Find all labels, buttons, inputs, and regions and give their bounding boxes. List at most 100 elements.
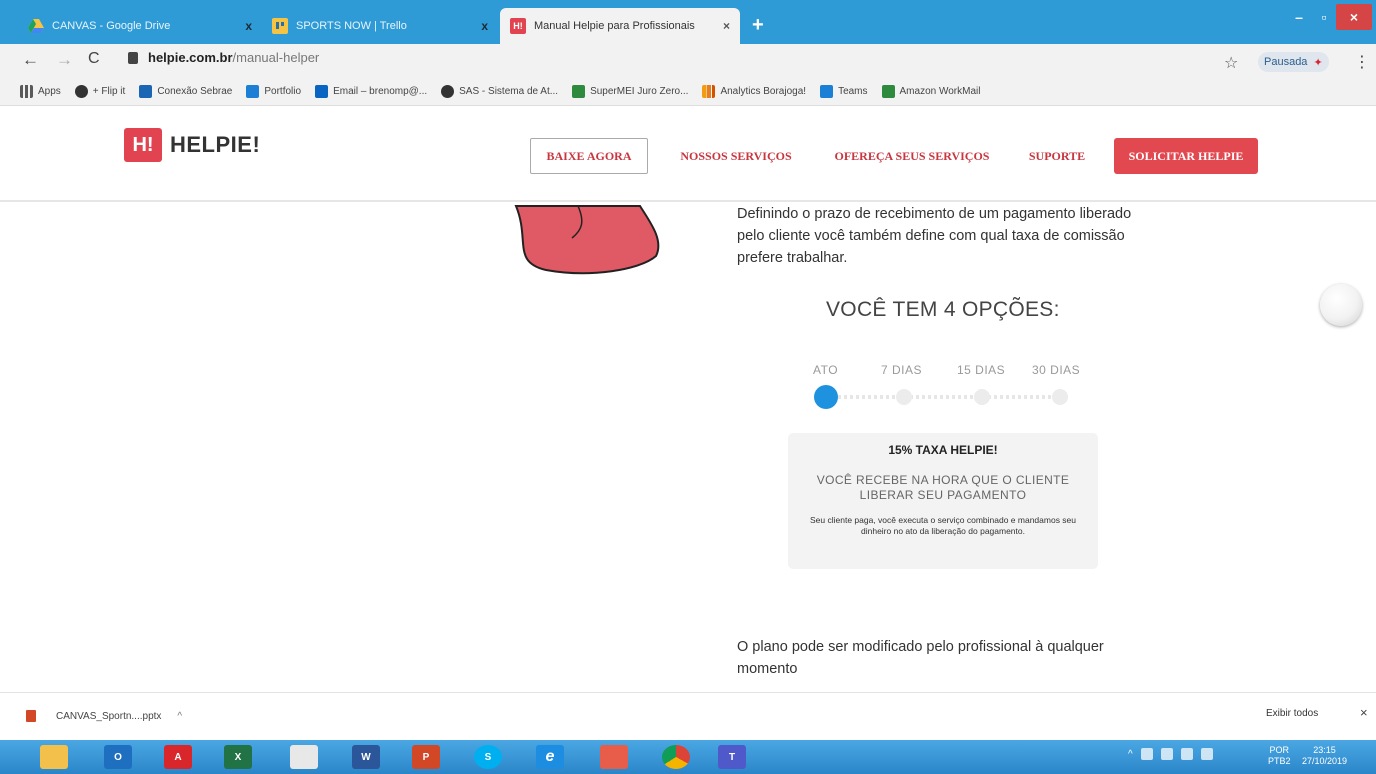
- step-15-dias[interactable]: 15 DIAS: [957, 363, 1005, 377]
- windows-taskbar: O A X W P S e T ^ POR PTB2 23:15 27/10/2…: [0, 740, 1376, 774]
- trello-icon: [272, 18, 288, 34]
- bookmark-label: + Flip it: [92, 86, 126, 97]
- step-30-dias[interactable]: 30 DIAS: [1032, 363, 1080, 377]
- word-icon[interactable]: W: [352, 745, 380, 769]
- helpie-logo[interactable]: H! HELPIE!: [124, 128, 260, 162]
- bookmark-portfolio[interactable]: Portfolio: [246, 85, 301, 98]
- bookmark-analytics[interactable]: Analytics Borajoga!: [702, 85, 806, 98]
- new-tab-button[interactable]: +: [752, 14, 764, 37]
- tab-title: Manual Helpie para Profissionais: [534, 20, 695, 32]
- app-grid-icon[interactable]: [290, 745, 318, 769]
- plan-change-note: O plano pode ser modificado pelo profiss…: [737, 639, 1104, 677]
- chevron-up-icon[interactable]: ^: [177, 711, 182, 722]
- network-icon[interactable]: [1140, 748, 1153, 760]
- bookmark-label: Conexão Sebrae: [157, 86, 233, 97]
- bookmark-label: Portfolio: [264, 86, 302, 97]
- bookmark-label: Amazon WorkMail: [899, 86, 981, 97]
- globe-icon: [441, 85, 455, 98]
- browser-toolbar: ← → C helpie.com.br/manual-helper ☆ Paus…: [0, 44, 1376, 78]
- bookmark-label: Apps: [38, 86, 61, 97]
- system-clock[interactable]: 23:15 27/10/2019: [1302, 745, 1347, 767]
- keyboard-icon[interactable]: [1200, 748, 1213, 760]
- reload-icon[interactable]: C: [88, 50, 100, 68]
- keyboard-layout: PTB2: [1268, 756, 1291, 766]
- profile-avatar-icon: ✦: [1313, 56, 1323, 69]
- acrobat-icon[interactable]: A: [164, 745, 192, 769]
- download-app-button[interactable]: BAIXE AGORA: [530, 138, 648, 174]
- battery-icon[interactable]: [1160, 748, 1173, 760]
- bookmarks-bar: Apps + Flip it Conexão Sebrae Portfolio …: [0, 78, 1376, 106]
- fee-title: 15% TAXA HELPIE!: [888, 443, 998, 457]
- powerpoint-file-icon: [26, 710, 36, 722]
- browser-menu-icon[interactable]: ⋮: [1354, 52, 1370, 72]
- language-code: POR: [1269, 745, 1290, 755]
- download-filename: CANVAS_Sportn....pptx: [56, 710, 162, 722]
- powerpoint-icon[interactable]: P: [412, 745, 440, 769]
- tab-title: SPORTS NOW | Trello: [296, 20, 407, 32]
- bookmark-teams[interactable]: Teams: [820, 85, 868, 98]
- nav-support[interactable]: SUPORTE: [1020, 138, 1094, 174]
- bookmark-sas[interactable]: SAS - Sistema de At...: [441, 85, 558, 98]
- explorer-icon[interactable]: [40, 745, 68, 769]
- analytics-icon: [702, 85, 716, 98]
- gallery-icon[interactable]: [600, 745, 628, 769]
- bookmark-flip-it[interactable]: + Flip it: [74, 85, 126, 98]
- chrome-icon[interactable]: [662, 745, 690, 769]
- lock-icon: [128, 51, 138, 64]
- outlook-icon[interactable]: O: [104, 745, 132, 769]
- minimize-window-button[interactable]: –: [1286, 4, 1312, 30]
- request-helpie-button[interactable]: SOLICITAR HELPIE: [1114, 138, 1258, 174]
- close-window-button[interactable]: ×: [1336, 4, 1372, 30]
- bookmark-apps[interactable]: Apps: [20, 85, 61, 98]
- close-tab-icon[interactable]: x: [245, 19, 252, 33]
- tab-google-drive[interactable]: CANVAS - Google Drive x: [18, 8, 262, 44]
- excel-icon[interactable]: X: [224, 745, 252, 769]
- tray-expand-icon[interactable]: ^: [1128, 749, 1133, 760]
- volume-icon[interactable]: [1180, 748, 1193, 760]
- url-path: /manual-helper: [232, 50, 320, 65]
- teams-icon: [820, 85, 834, 98]
- logo-mark: H!: [124, 128, 162, 162]
- bookmark-supermei[interactable]: SuperMEI Juro Zero...: [572, 85, 688, 98]
- browser-tab-strip: CANVAS - Google Drive x SPORTS NOW | Tre…: [0, 0, 1376, 44]
- address-bar[interactable]: helpie.com.br/manual-helper: [128, 50, 319, 65]
- step-7-dias[interactable]: 7 DIAS: [881, 363, 922, 377]
- system-tray: ^: [1128, 748, 1213, 760]
- clock-time: 23:15: [1313, 745, 1336, 755]
- mail-icon: [881, 85, 895, 98]
- tab-helpie-manual[interactable]: H! Manual Helpie para Profissionais ×: [500, 8, 740, 44]
- close-tab-icon[interactable]: x: [481, 19, 488, 33]
- helpie-favicon-icon: H!: [510, 18, 526, 34]
- outlook-icon: [315, 85, 329, 98]
- teams-icon[interactable]: T: [718, 745, 746, 769]
- google-drive-icon: [28, 18, 44, 34]
- bookmark-email[interactable]: Email – brenomp@...: [315, 85, 427, 98]
- step-ato[interactable]: ATO: [813, 363, 838, 377]
- close-tab-icon[interactable]: ×: [723, 19, 730, 33]
- bookmark-amazon-workmail[interactable]: Amazon WorkMail: [881, 85, 981, 98]
- sebrae-icon: [139, 85, 153, 98]
- sheets-icon: [572, 85, 586, 98]
- close-download-bar-icon[interactable]: ×: [1360, 705, 1368, 720]
- input-language[interactable]: POR PTB2: [1268, 745, 1291, 767]
- tab-trello[interactable]: SPORTS NOW | Trello x: [262, 8, 498, 44]
- fee-detail: Seu cliente paga, você executa o serviço…: [809, 515, 1077, 536]
- profile-button[interactable]: Pausada ✦: [1258, 52, 1329, 72]
- back-arrow-icon[interactable]: ←: [22, 50, 39, 70]
- maximize-window-button[interactable]: ▫: [1314, 4, 1334, 30]
- forward-arrow-icon[interactable]: →: [56, 50, 73, 70]
- floating-action-button[interactable]: [1320, 284, 1362, 326]
- show-all-downloads-button[interactable]: Exibir todos: [1266, 708, 1318, 719]
- apps-grid-icon: [20, 85, 33, 98]
- fee-subtitle: VOCÊ RECEBE NA HORA QUE O CLIENTE LIBERA…: [816, 473, 1070, 502]
- portfolio-icon: [246, 85, 260, 98]
- bookmark-star-icon[interactable]: ☆: [1224, 53, 1238, 73]
- profile-status: Pausada: [1264, 56, 1308, 68]
- tab-title: CANVAS - Google Drive: [52, 20, 171, 32]
- ie-icon[interactable]: e: [536, 745, 564, 769]
- download-item[interactable]: CANVAS_Sportn....pptx ^: [26, 710, 182, 722]
- bookmark-conexao-sebrae[interactable]: Conexão Sebrae: [139, 85, 232, 98]
- skype-icon[interactable]: S: [474, 745, 502, 769]
- nav-our-services[interactable]: NOSSOS SERVIÇOS: [668, 138, 804, 174]
- nav-offer-services[interactable]: OFEREÇA SEUS SERVIÇOS: [822, 138, 1002, 174]
